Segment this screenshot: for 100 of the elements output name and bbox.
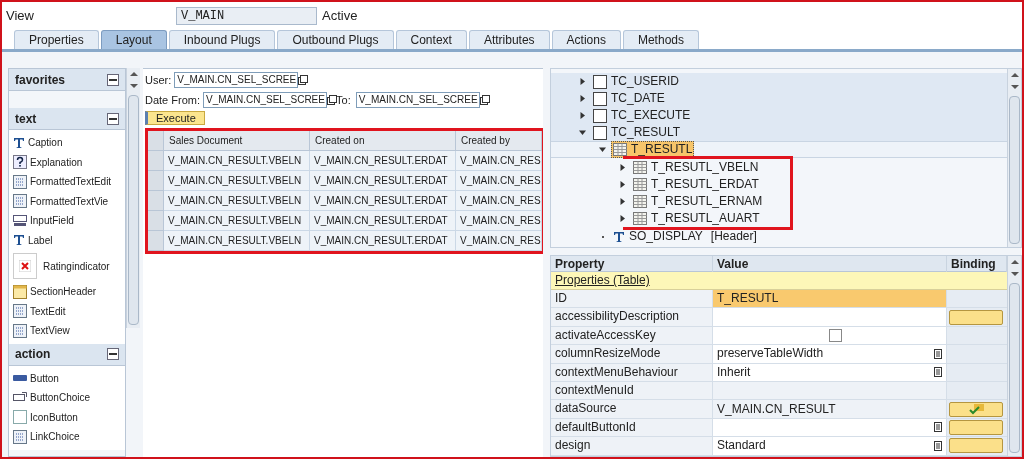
caret-right-icon[interactable] <box>619 198 626 205</box>
collapse-icon[interactable] <box>107 112 119 125</box>
section-link[interactable]: Properties (Table) <box>555 273 650 287</box>
tree-node[interactable]: TC_USERID <box>591 73 681 90</box>
scrollbar[interactable] <box>1007 69 1021 247</box>
button-icon <box>13 374 27 383</box>
table-cell: V_MAIN.CN_RES <box>456 211 542 231</box>
caret-right-icon[interactable] <box>579 78 586 85</box>
scrollbar[interactable] <box>126 68 140 328</box>
check-icon <box>968 403 984 415</box>
property-value[interactable]: T_RESUTL <box>713 290 947 308</box>
tab[interactable]: Outbound Plugs <box>277 30 394 49</box>
tab[interactable]: Methods <box>622 30 699 49</box>
caret-right-icon[interactable] <box>579 112 586 119</box>
palette-item[interactable]: SectionHeader <box>9 282 125 302</box>
tree-node[interactable]: T_RESUTL_VBELN <box>631 159 761 176</box>
binding-button[interactable] <box>949 401 1003 417</box>
caret-down-icon[interactable] <box>599 146 606 153</box>
table-cell: V_MAIN.CN_RESULT.VBELN <box>164 231 310 251</box>
execute-button[interactable]: Execute <box>145 111 205 125</box>
caption-icon <box>613 230 625 243</box>
property-name: ID <box>551 290 713 308</box>
tree-node[interactable]: T_RESUTL_AUART <box>631 210 762 227</box>
column-header[interactable]: Created on <box>310 131 456 151</box>
property-name: accessibilityDescription <box>551 308 713 326</box>
palette-item[interactable]: LinkChoice <box>9 427 125 447</box>
list-icon[interactable] <box>934 422 942 433</box>
palette-group-header[interactable]: action <box>9 343 125 366</box>
caret-right-icon[interactable] <box>619 215 626 222</box>
tree-node[interactable]: T_RESUTL_ERNAM <box>631 193 765 210</box>
palette-item[interactable]: Ratingindicator <box>9 250 125 282</box>
text-grid-icon <box>13 174 27 189</box>
palette-item[interactable]: Explanation <box>9 152 125 172</box>
section-icon <box>13 284 27 299</box>
property-name: columnResizeMode <box>551 345 713 363</box>
tab[interactable]: Actions <box>551 30 621 49</box>
container-icon <box>593 91 607 106</box>
column-header[interactable]: Created by <box>456 131 542 151</box>
caret-down-icon[interactable] <box>579 129 586 136</box>
view-label: View <box>6 7 35 26</box>
tree-node[interactable]: SO_DISPLAY [Header] <box>611 228 759 245</box>
square-icon <box>13 410 27 425</box>
tab[interactable]: Inbound Plugs <box>168 30 276 49</box>
palette-item[interactable]: Label <box>9 230 125 250</box>
palette-item[interactable]: IconButton <box>9 407 125 427</box>
caret-right-icon[interactable] <box>619 164 626 171</box>
palette-item[interactable]: InputField <box>9 211 125 231</box>
checkbox[interactable] <box>829 328 842 342</box>
caption-icon <box>13 136 25 149</box>
view-name-field[interactable]: V_MAIN <box>176 7 317 25</box>
status-text: Active <box>322 7 358 26</box>
table-cell: V_MAIN.CN_RESULT.ERDAT <box>310 211 456 231</box>
palette-item[interactable]: TextView <box>9 321 125 341</box>
table-cell: V_MAIN.CN_RESULT.VBELN <box>164 211 310 231</box>
palette-item[interactable]: FormattedTextVie <box>9 191 125 211</box>
user-label: User: <box>145 73 172 88</box>
container-icon <box>593 108 607 123</box>
tree-node[interactable]: T_RESUTL <box>611 141 695 158</box>
palette-group-header[interactable]: text <box>9 108 125 130</box>
table-cell: V_MAIN.CN_RESULT.ERDAT <box>310 151 456 171</box>
collapse-icon[interactable] <box>107 73 119 86</box>
table-cell: V_MAIN.CN_RESULT.VBELN <box>164 191 310 211</box>
list-icon[interactable] <box>934 440 942 451</box>
table-cell: V_MAIN.CN_RESULT.VBELN <box>164 151 310 171</box>
caret-right-icon[interactable] <box>579 95 586 102</box>
list-icon[interactable] <box>934 348 942 359</box>
list-icon[interactable] <box>934 367 942 378</box>
text-grid-icon <box>13 429 27 444</box>
tab[interactable]: Properties <box>14 30 99 49</box>
tab[interactable]: Layout <box>100 30 167 49</box>
caret-right-icon[interactable] <box>619 181 626 188</box>
text-grid-icon <box>13 304 27 319</box>
error-icon <box>19 260 31 272</box>
popup-icon[interactable] <box>326 94 337 105</box>
tree-node[interactable]: T_RESUTL_ERDAT <box>631 176 761 193</box>
collapse-icon[interactable] <box>107 348 119 360</box>
table-cell: V_MAIN.CN_RESULT.ERDAT <box>310 171 456 191</box>
input-icon <box>13 214 27 227</box>
palette-item[interactable]: Caption <box>9 133 125 153</box>
tab[interactable]: Context <box>395 30 467 49</box>
palette-item[interactable]: FormattedTextEdit <box>9 172 125 192</box>
container-icon <box>593 125 607 140</box>
table-cell: V_MAIN.CN_RES <box>456 191 542 211</box>
table-cell: V_MAIN.CN_RESULT.ERDAT <box>310 231 456 251</box>
popup-icon[interactable] <box>479 94 490 105</box>
palette-item[interactable]: ButtonChoice <box>9 388 125 408</box>
palette-item[interactable]: Button <box>9 368 125 388</box>
palette-group-header[interactable]: favorites <box>9 69 125 91</box>
table-cell: V_MAIN.CN_RES <box>456 171 542 191</box>
tree-node[interactable]: TC_DATE <box>591 90 667 107</box>
text-grid-icon <box>13 323 27 338</box>
scrollbar[interactable] <box>1007 256 1021 456</box>
property-value[interactable]: V_MAIN.CN_RESULT <box>713 400 947 418</box>
choice-icon <box>13 391 27 404</box>
popup-icon[interactable] <box>298 75 309 86</box>
column-header[interactable]: Sales Document <box>164 131 310 151</box>
palette-item[interactable]: TextEdit <box>9 301 125 321</box>
question-icon <box>13 155 27 170</box>
tab[interactable]: Attributes <box>468 30 550 49</box>
date-from-label: Date From: <box>145 92 200 108</box>
